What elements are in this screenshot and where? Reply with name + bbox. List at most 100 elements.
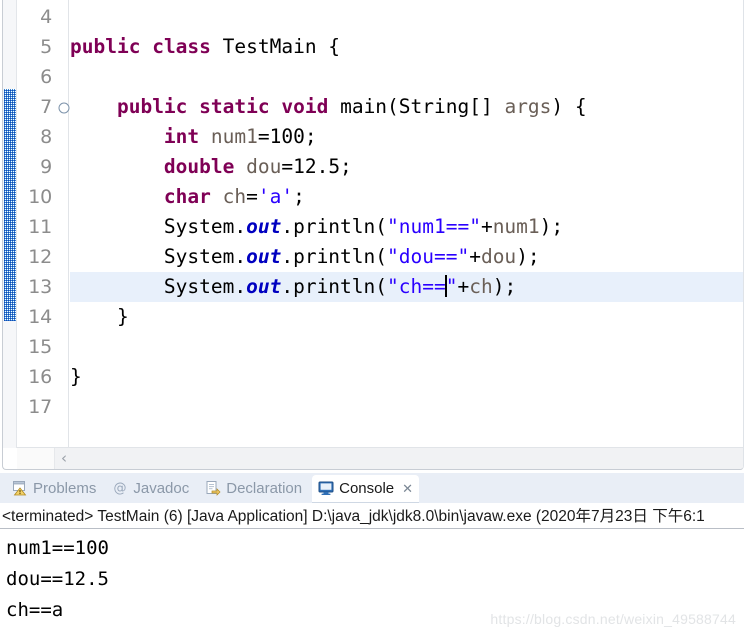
code-token: double bbox=[163, 155, 235, 178]
watermark-text: https://blog.csdn.net/weixin_49588744 bbox=[490, 611, 736, 627]
editor-frame: 4 5 6 7 8 9 10 11 12 13 14 15 16 17 public class Test… bbox=[2, 0, 744, 470]
code-line[interactable]: public class TestMain { bbox=[70, 32, 743, 62]
line-number: 6 bbox=[40, 66, 52, 88]
code-token: "dou==" bbox=[387, 245, 470, 268]
code-token: .println( bbox=[281, 275, 388, 298]
code-area[interactable]: public class TestMain { public static vo… bbox=[70, 0, 743, 448]
code-token: .println( bbox=[281, 215, 388, 238]
line-number: 10 bbox=[28, 186, 52, 208]
tab-label: Console bbox=[339, 480, 395, 498]
scroll-left-arrow-icon[interactable]: ‹ bbox=[55, 448, 73, 469]
code-token: " bbox=[445, 275, 458, 298]
line-number: 14 bbox=[28, 306, 52, 328]
line-number: 11 bbox=[28, 216, 52, 238]
code-token: num1 bbox=[492, 215, 540, 238]
code-token: } bbox=[70, 365, 82, 388]
tab-console[interactable]: Console ✕ bbox=[312, 475, 420, 504]
code-line[interactable]: } bbox=[70, 302, 743, 332]
view-tab-bar[interactable]: Problems @ Javadoc Declaration Console ✕ bbox=[0, 473, 744, 503]
code-token: ch bbox=[222, 185, 247, 208]
code-token: out bbox=[246, 215, 282, 238]
bottom-view-panel: Problems @ Javadoc Declaration Console ✕ <ter… bbox=[0, 473, 744, 637]
code-token: =12.5; bbox=[281, 155, 352, 178]
java-editor: 4 5 6 7 8 9 10 11 12 13 14 15 16 17 public class Test… bbox=[0, 0, 744, 473]
code-line[interactable]: System.out.println("num1=="+num1); bbox=[70, 212, 743, 242]
code-token: .println( bbox=[281, 245, 388, 268]
code-token: dou bbox=[246, 155, 282, 178]
code-line[interactable]: char ch='a'; bbox=[70, 182, 743, 212]
code-token: args bbox=[504, 95, 552, 118]
line-number: 8 bbox=[40, 126, 52, 148]
code-token: 'a' bbox=[257, 185, 294, 208]
code-token: char bbox=[163, 185, 211, 208]
code-line[interactable]: } bbox=[70, 362, 743, 392]
code-token: System. bbox=[70, 245, 247, 268]
code-token: ) { bbox=[551, 95, 587, 118]
declaration-icon bbox=[205, 478, 221, 496]
tab-problems[interactable]: Problems bbox=[6, 475, 102, 503]
code-token: ; bbox=[293, 185, 305, 208]
code-token: public bbox=[70, 35, 141, 58]
code-token: } bbox=[70, 305, 129, 328]
code-line[interactable] bbox=[70, 62, 743, 92]
code-line[interactable]: double dou=12.5; bbox=[70, 152, 743, 182]
code-token: void bbox=[281, 95, 329, 118]
code-line[interactable]: public static void main(String[] args) { bbox=[70, 92, 743, 122]
code-token: System. bbox=[70, 215, 247, 238]
code-token: dou bbox=[480, 245, 517, 268]
line-number: 9 bbox=[40, 156, 52, 178]
line-number: 4 bbox=[40, 6, 52, 28]
code-token: int bbox=[163, 125, 200, 148]
fold-collapse-icon[interactable] bbox=[57, 92, 70, 122]
code-token: + bbox=[457, 275, 470, 298]
console-process-label: <terminated> TestMain (6) [Java Applicat… bbox=[2, 508, 705, 525]
code-line[interactable] bbox=[70, 392, 743, 422]
javadoc-icon: @ bbox=[112, 478, 128, 496]
code-line[interactable] bbox=[70, 2, 743, 32]
code-line[interactable]: System.out.println("dou=="+dou); bbox=[70, 242, 743, 272]
line-number: 13 bbox=[28, 276, 52, 298]
tab-declaration[interactable]: Declaration bbox=[199, 475, 308, 503]
tab-javadoc[interactable]: @ Javadoc bbox=[106, 475, 195, 503]
code-line[interactable]: System.out.println("ch=="+ch); bbox=[70, 272, 743, 302]
code-line[interactable]: int num1=100; bbox=[70, 122, 743, 152]
code-token: ); bbox=[539, 215, 564, 238]
line-number: 17 bbox=[28, 396, 52, 418]
scrollbar-gutter-stub bbox=[17, 448, 55, 469]
code-token: num1 bbox=[210, 125, 258, 148]
console-icon bbox=[318, 478, 334, 495]
code-token: out bbox=[246, 245, 282, 268]
code-token: System. bbox=[70, 275, 247, 298]
code-token: ); bbox=[516, 245, 540, 268]
tab-label: Declaration bbox=[226, 480, 303, 498]
line-number: 7 bbox=[40, 96, 52, 118]
line-number: 15 bbox=[28, 336, 52, 358]
code-token: "num1==" bbox=[387, 215, 481, 238]
code-token: = bbox=[246, 185, 258, 208]
close-icon[interactable]: ✕ bbox=[402, 476, 413, 504]
line-number: 5 bbox=[40, 36, 52, 58]
tab-label: Javadoc bbox=[133, 480, 190, 498]
code-line[interactable] bbox=[70, 332, 743, 362]
line-number-gutter[interactable]: 4 5 6 7 8 9 10 11 12 13 14 15 16 17 bbox=[17, 0, 69, 448]
problems-icon bbox=[12, 478, 28, 496]
svg-text:@: @ bbox=[114, 481, 127, 496]
console-output-line: num1==100 bbox=[6, 537, 109, 559]
code-token: static bbox=[199, 95, 270, 118]
code-token: "ch== bbox=[387, 275, 446, 298]
code-token: public bbox=[116, 95, 188, 118]
code-token: + bbox=[480, 215, 493, 238]
line-number: 16 bbox=[28, 366, 52, 388]
editor-horizontal-scrollbar[interactable]: ‹ bbox=[17, 447, 743, 469]
code-token: out bbox=[246, 275, 282, 298]
eclipse-ide-window: 4 5 6 7 8 9 10 11 12 13 14 15 16 17 public class Test… bbox=[0, 0, 744, 637]
console-output-line: dou==12.5 bbox=[6, 568, 109, 590]
